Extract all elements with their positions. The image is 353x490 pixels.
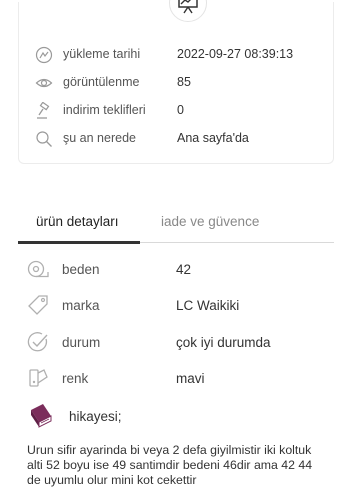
- story-header: hikayesi;: [27, 402, 327, 432]
- tab-product-details[interactable]: ürün detayları: [36, 214, 119, 229]
- detail-value: LC Waikiki: [176, 298, 240, 313]
- stat-row-upload-date: yükleme tarihi 2022-09-27 08:39:13: [19, 44, 335, 66]
- stat-label: yükleme tarihi: [63, 47, 141, 61]
- stat-label: görüntülenme: [63, 75, 140, 89]
- detail-label: renk: [62, 371, 89, 386]
- stat-value: 2022-09-27 08:39:13: [177, 47, 294, 61]
- story-text: Urun sifir ayarinda bi veya 2 defa giyil…: [27, 443, 313, 487]
- detail-row-condition: durum çok iyi durumda: [0, 331, 353, 355]
- detail-value: çok iyi durumda: [176, 335, 271, 350]
- detail-value: 42: [176, 262, 192, 277]
- stat-value: 85: [177, 75, 191, 89]
- stat-value: Ana sayfa'da: [177, 131, 249, 145]
- listing-stats-card: yükleme tarihi 2022-09-27 08:39:13 görün…: [18, 0, 335, 164]
- detail-row-brand: marka LC Waikiki: [0, 294, 353, 318]
- detail-row-color: renk mavi: [0, 367, 353, 391]
- stat-row-views: görüntülenme 85: [19, 72, 335, 94]
- detail-label: durum: [62, 335, 101, 350]
- presentation-board-icon: [169, 0, 207, 22]
- check-circle-icon: [27, 331, 49, 353]
- detail-row-size: beden 42: [0, 258, 353, 282]
- stat-label: indirim teklifleri: [63, 103, 146, 117]
- tag-icon: [27, 294, 49, 316]
- book-icon: [27, 402, 55, 430]
- search-icon: [35, 130, 53, 148]
- detail-label: marka: [62, 298, 100, 313]
- detail-label: beden: [62, 262, 100, 277]
- stat-label: şu an nerede: [63, 131, 136, 145]
- stat-row-offers: indirim teklifleri 0: [19, 100, 335, 122]
- stat-value: 0: [177, 103, 184, 117]
- detail-tabs: ürün detayları iade ve güvence: [18, 206, 334, 244]
- active-tab-indicator: [18, 241, 140, 244]
- tab-return-guarantee[interactable]: iade ve güvence: [161, 214, 259, 229]
- stat-row-location: şu an nerede Ana sayfa'da: [19, 128, 335, 150]
- story-label: hikayesi;: [69, 409, 122, 424]
- tape-measure-icon: [27, 258, 49, 280]
- eye-icon: [35, 74, 53, 92]
- detail-value: mavi: [176, 371, 205, 386]
- color-swatch-icon: [27, 367, 49, 389]
- upload-date-icon: [35, 46, 53, 64]
- gavel-icon: [35, 101, 53, 120]
